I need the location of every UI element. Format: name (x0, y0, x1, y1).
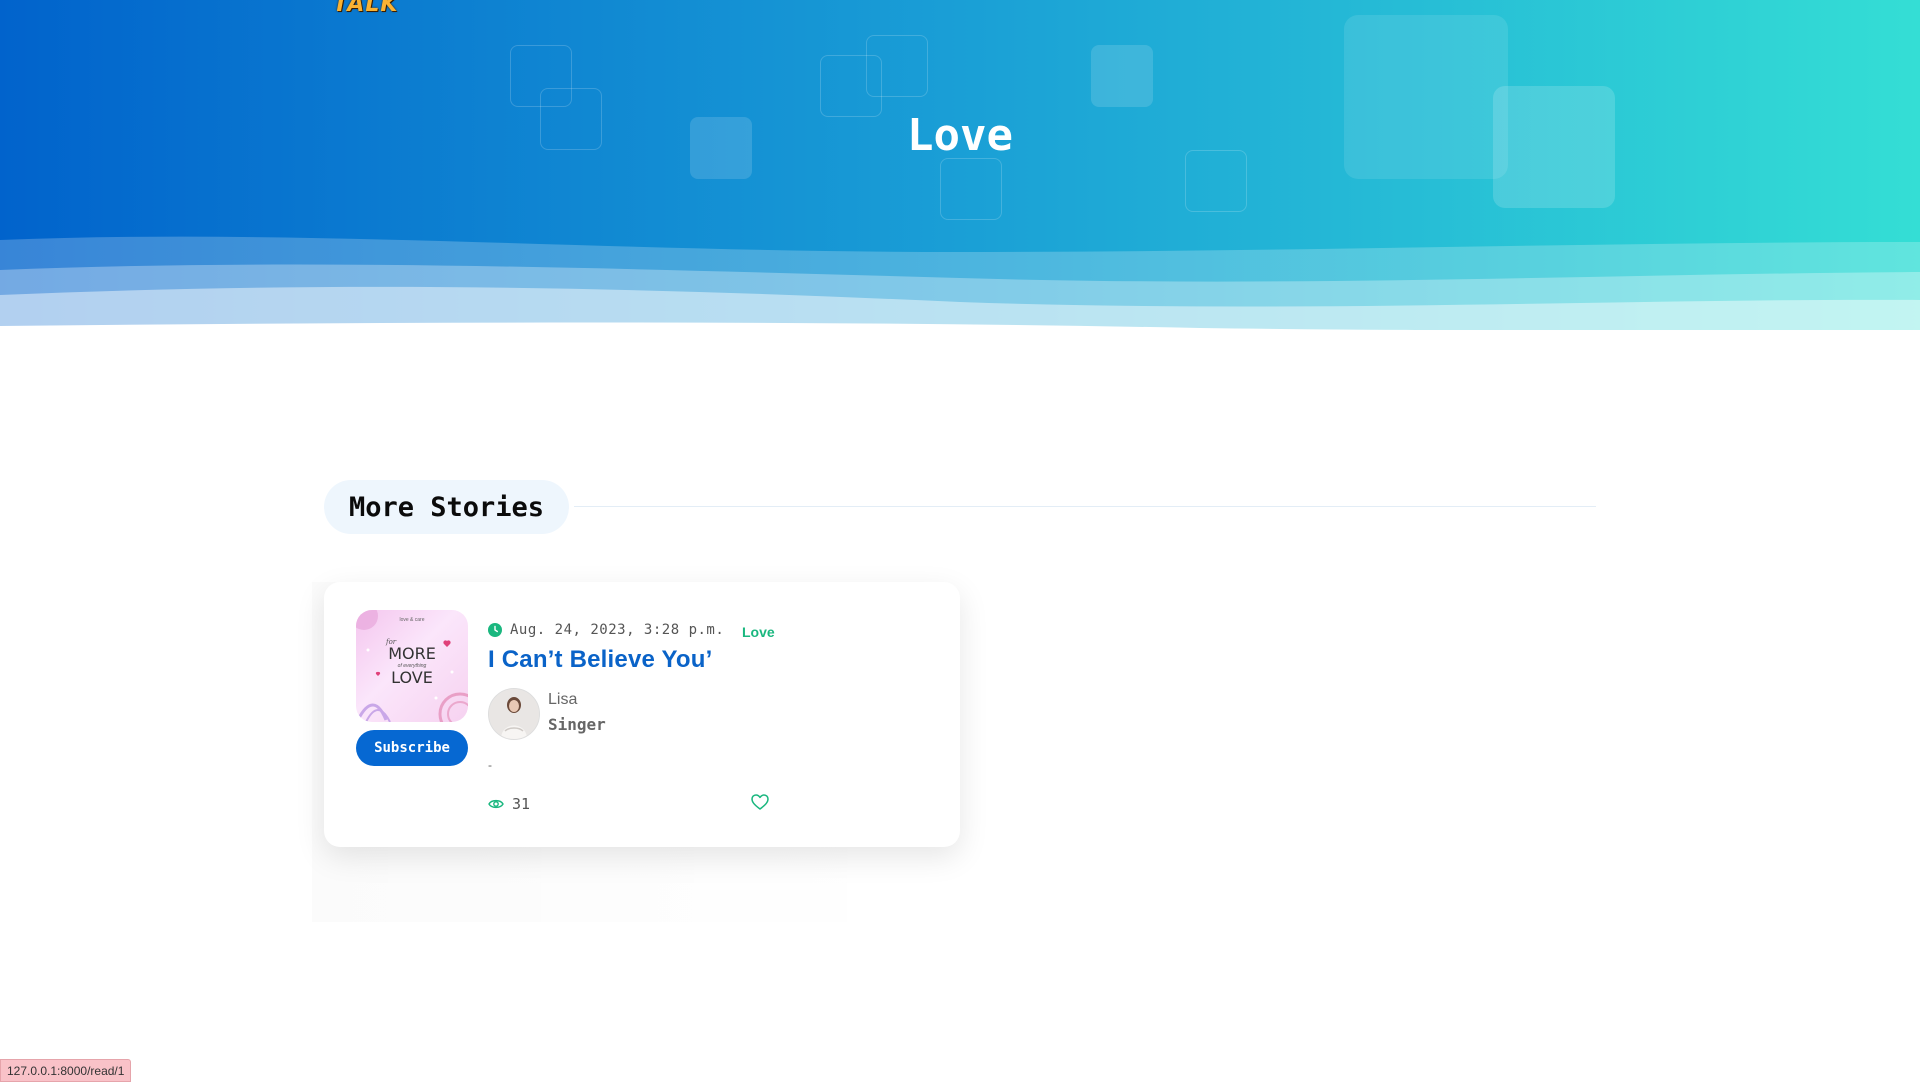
thumbnail-text-top: love & care (399, 617, 425, 623)
eye-icon (488, 799, 504, 809)
avatar-image (489, 689, 539, 739)
decor-square (866, 35, 928, 97)
thumbnail-text-more: MORE (388, 644, 436, 663)
hero-banner: TALK Love (0, 0, 1920, 330)
category-link[interactable]: Love (742, 624, 775, 640)
author-name[interactable]: Lisa (548, 691, 577, 709)
more-stories-header: More Stories (324, 480, 1596, 534)
site-logo[interactable]: TALK (333, 0, 398, 17)
section-title: More Stories (324, 480, 570, 534)
story-date: Aug. 24, 2023, 3:28 p.m. (510, 622, 725, 638)
heart-icon[interactable] (750, 792, 770, 812)
story-title-link[interactable]: I Can’t Believe You’ (488, 646, 713, 674)
story-meta: Aug. 24, 2023, 3:28 p.m. (488, 622, 724, 638)
story-thumbnail[interactable]: love & care for MORE of everything LOVE (356, 610, 468, 722)
story-excerpt: - (488, 758, 492, 772)
section-divider (574, 506, 1596, 507)
views-count: 31 (512, 795, 531, 813)
author-avatar[interactable] (488, 688, 540, 740)
decor-square (1091, 45, 1153, 107)
subscribe-button[interactable]: Subscribe (356, 730, 468, 766)
status-bar-url: 127.0.0.1:8000/read/1 (0, 1059, 132, 1082)
author-role: Singer (548, 715, 606, 734)
thumbnail-text-love: LOVE (391, 668, 433, 687)
clock-icon (488, 623, 502, 637)
page-title: Love (907, 110, 1013, 161)
story-card: love & care for MORE of everything LOVE … (324, 582, 960, 847)
views-counter: 31 (488, 795, 530, 813)
decor-square (940, 158, 1002, 220)
hero-wave (0, 236, 1920, 330)
